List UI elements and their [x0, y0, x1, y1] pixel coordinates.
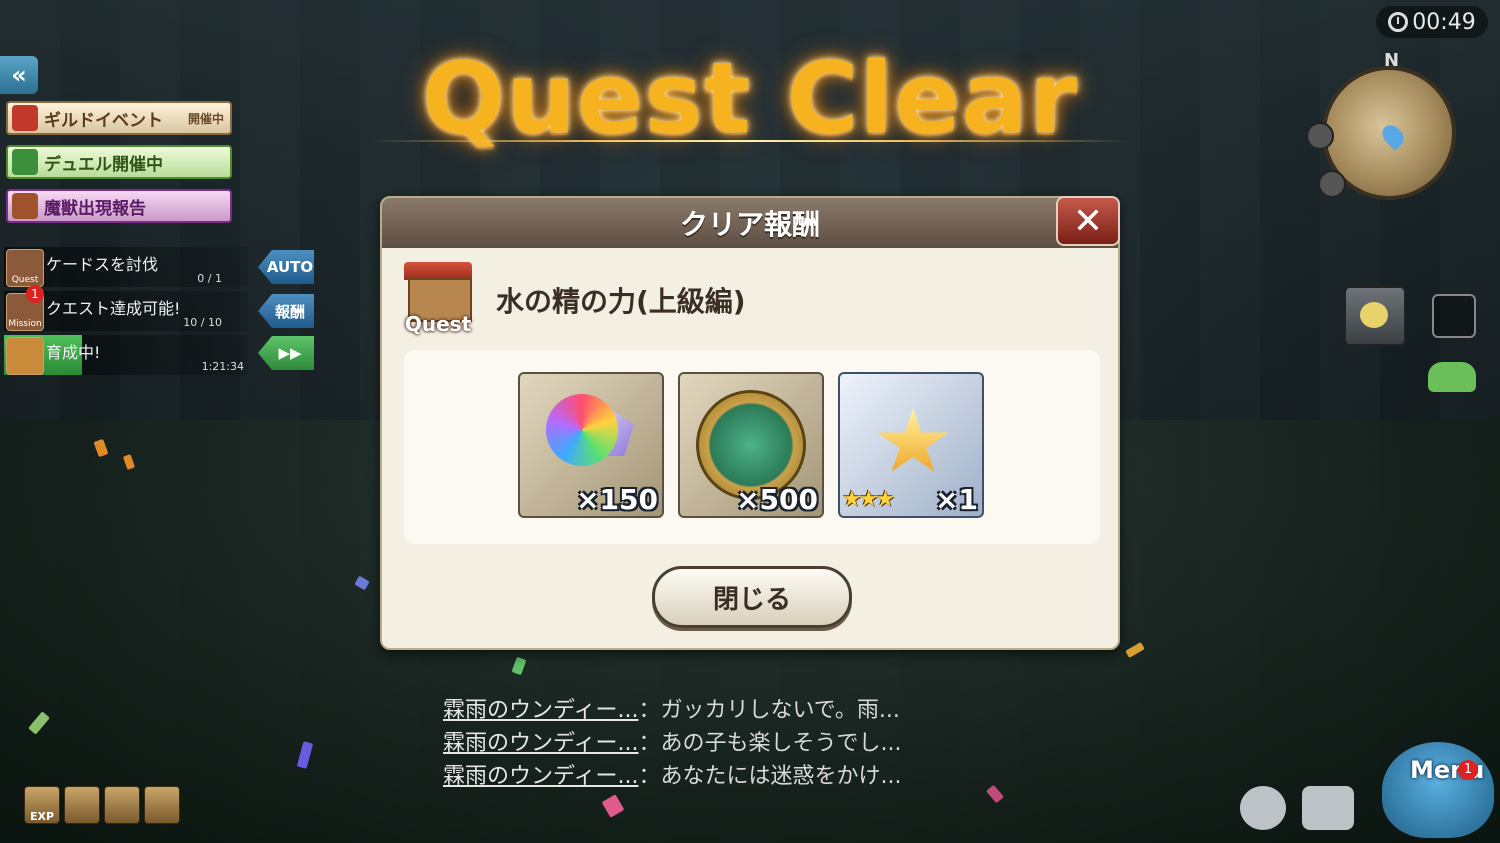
title-underline: [370, 140, 1130, 142]
reward-item-medal[interactable]: ×500: [678, 372, 824, 518]
star-icon: [877, 408, 949, 472]
reward-item-rainbow-orb[interactable]: ×150: [518, 372, 664, 518]
quest-progress: 0 / 1: [197, 272, 222, 285]
quest-clear-title: Quest Clear: [421, 42, 1079, 156]
quest-badge-label: Quest: [404, 312, 472, 336]
mission-tracker-row[interactable]: Mission 1 クエスト達成可能! 10 / 10: [4, 285, 248, 331]
session-timer: 00:49: [1376, 6, 1488, 38]
emote-button[interactable]: [1240, 786, 1286, 830]
reward-quantity: ×1: [935, 483, 978, 516]
training-status: 育成中!: [46, 343, 101, 362]
mission-objective: クエスト達成可能!: [46, 299, 181, 318]
reward-dialog: クリア報酬 ✕ Quest 水の精の力(上級編) ×150 ×500 ★★★ ×…: [380, 196, 1120, 650]
quest-badge-icon: Quest: [400, 262, 476, 336]
quest-name: 水の精の力(上級編): [496, 285, 746, 318]
mission-progress: 10 / 10: [183, 316, 222, 329]
attack-boost-icon[interactable]: [144, 786, 180, 824]
mission-icon-label: Mission: [8, 319, 42, 329]
auto-mode-button[interactable]: [1432, 294, 1476, 338]
beast-report-button[interactable]: 魔獣出現報告: [6, 189, 232, 223]
chat-speaker-link[interactable]: 霖雨のウンディー...: [443, 698, 638, 723]
dialog-title: クリア報酬: [382, 198, 1118, 248]
quest-tracker-row[interactable]: Quest ケードスを討伐 0 / 1: [4, 247, 248, 287]
close-dialog-button[interactable]: ✕: [1056, 196, 1120, 246]
clock-icon: [1388, 12, 1409, 32]
drop-boost-icon[interactable]: [104, 786, 140, 824]
training-tracker-row[interactable]: 育成中! 1:21:34: [4, 335, 248, 375]
minimap-creature-icon: [1318, 170, 1346, 198]
exp-label: EXP: [29, 810, 55, 823]
beast-report-label: 魔獣出現報告: [44, 198, 146, 219]
timer-text: 00:49: [1412, 9, 1476, 35]
chat-speaker-link[interactable]: 霖雨のウンディー...: [443, 764, 638, 789]
quest-icon-label: Quest: [11, 275, 39, 285]
close-icon: ✕: [1072, 200, 1104, 242]
reward-item-star[interactable]: ★★★ ×1: [838, 372, 984, 518]
exp-boost-icon[interactable]: EXP: [24, 786, 60, 824]
gold-boost-icon[interactable]: [64, 786, 100, 824]
chat-speaker-link[interactable]: 霖雨のウンディー...: [443, 731, 638, 756]
chat-line: 霖雨のウンディー...：ガッカリしないで。雨...: [443, 692, 900, 724]
menu-notification-badge: 1: [1458, 760, 1478, 780]
party-icon[interactable]: [1428, 362, 1476, 392]
reward-quantity: ×150: [576, 483, 658, 516]
chat-message: ：ガッカリしないで。雨...: [638, 698, 900, 723]
training-icon: [6, 337, 44, 375]
quest-objective: ケードスを討伐: [46, 255, 159, 274]
chat-message: ：あの子も楽しそうでし...: [638, 731, 902, 756]
mission-notification-badge: 1: [26, 285, 44, 303]
chat-line: 霖雨のウンディー...：あの子も楽しそうでし...: [443, 725, 901, 757]
fast-forward-icon: ▶▶: [278, 344, 302, 362]
reward-quantity: ×500: [736, 483, 818, 516]
rarity-stars: ★★★: [842, 487, 895, 512]
training-timer: 1:21:34: [201, 360, 244, 373]
close-button[interactable]: 閉じる: [652, 566, 852, 628]
chat-line: 霖雨のウンディー...：あなたには迷惑をかけ...: [443, 758, 901, 790]
beast-icon: [12, 193, 38, 219]
quest-icon: Quest: [6, 249, 44, 287]
chat-button[interactable]: [1302, 786, 1354, 830]
rainbow-orb-icon: [546, 394, 618, 466]
reward-panel: ×150 ×500 ★★★ ×1: [404, 350, 1100, 544]
camera-button[interactable]: [1344, 286, 1406, 346]
chat-message: ：あなたには迷惑をかけ...: [638, 764, 902, 789]
